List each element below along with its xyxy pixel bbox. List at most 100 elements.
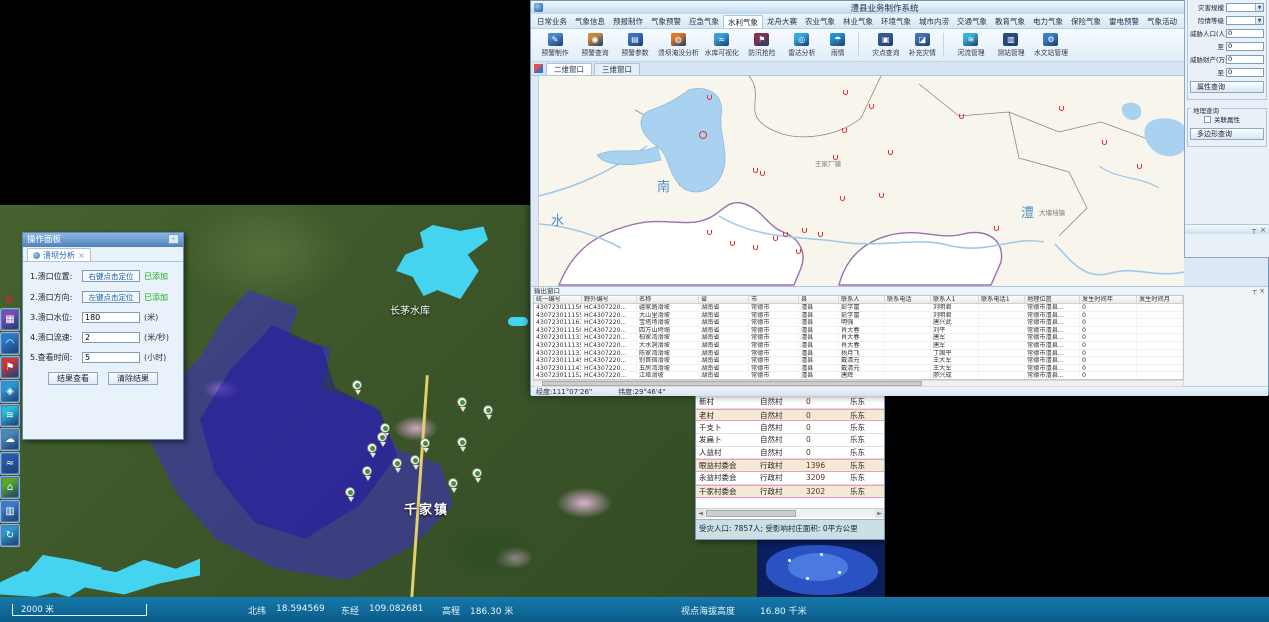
panel-close-icon[interactable]: × [1260, 225, 1266, 234]
close-toolbar-icon[interactable]: × [0, 293, 18, 307]
table-row[interactable]: 430723011155HC4307220...大山里滑坡湖南省 常德市澧县彭学… [534, 312, 1183, 320]
menu-tab[interactable]: 教育气象 [991, 15, 1029, 28]
panel-close-icon[interactable]: × [1259, 287, 1265, 295]
toolbar-button[interactable]: ◎ 雷达分析 [785, 33, 819, 57]
disaster-point-marker[interactable] [869, 104, 874, 109]
toolbar-button[interactable]: ▣ 灾点查询 [869, 33, 903, 57]
disaster-point-marker[interactable] [802, 228, 807, 233]
village-pin-marker[interactable] [352, 380, 363, 395]
menu-tab[interactable]: 水利气象 [723, 15, 763, 28]
menu-tab[interactable]: 农业气象 [801, 15, 839, 28]
map-view-tab[interactable]: 二维窗口 [546, 63, 592, 75]
minimize-icon[interactable]: - [168, 234, 179, 244]
village-pin-marker[interactable] [362, 466, 373, 481]
tab-dam-break-analysis[interactable]: 溃坝分析 × [27, 248, 91, 261]
disaster-point-marker[interactable] [1059, 106, 1064, 111]
breach-velocity-input[interactable] [82, 332, 140, 343]
toolbar-button[interactable]: ⚑ 防汛抢险 [745, 33, 779, 57]
toolbar-button[interactable]: ▥ 测站管理 [994, 33, 1028, 57]
menu-tab[interactable]: 气象活动 [1143, 15, 1181, 28]
toolbar-button[interactable]: ⚙ 水文站管理 [1034, 33, 1068, 57]
village-pin-marker[interactable] [457, 437, 468, 452]
toolbar-button[interactable]: ✎ 预警制作 [538, 33, 572, 57]
village-pin-marker[interactable] [377, 432, 388, 447]
disaster-point-marker[interactable] [753, 168, 758, 173]
toolbar-button[interactable]: ◪ 补充灾情 [909, 33, 944, 57]
flag-tool[interactable]: ⚑ [0, 356, 20, 379]
disaster-point-marker[interactable] [730, 241, 735, 246]
table-row[interactable]: 430723011152HC4307220...江垭滑坡湖南省 常德市澧县唐辉 … [534, 372, 1183, 380]
menu-tab[interactable]: 日常业务 [533, 15, 571, 28]
village-table-row[interactable]: 发扁卜自然村0乐东 [696, 434, 884, 447]
property-min-input[interactable] [1226, 55, 1264, 64]
scrollbar-thumb[interactable] [542, 381, 922, 386]
toolbar-button[interactable]: ◍ 溃坝淹没分析 [658, 33, 699, 57]
menu-tab[interactable]: 气象信息 [571, 15, 609, 28]
menu-tab[interactable]: 交通气象 [953, 15, 991, 28]
rainbow-tool[interactable]: ◠ [0, 332, 20, 355]
toolbar-button[interactable]: ≈ 水库可视化 [705, 33, 739, 57]
table-row[interactable]: 430723011135HC4307220...大水洞滑坡湖南省 常德市澧县肖大… [534, 342, 1183, 350]
river-tool[interactable]: ≈ [0, 452, 20, 475]
collapsed-layer-bar[interactable] [531, 76, 539, 286]
disaster-point-marker[interactable] [773, 236, 778, 241]
county-2d-map[interactable]: 南 水 澧 王家厂镇 大堰垱镇 [539, 76, 1184, 286]
waves-tool[interactable]: ≋ [0, 404, 20, 427]
menu-tab[interactable]: 林业气象 [839, 15, 877, 28]
disaster-point-marker[interactable] [707, 95, 712, 100]
disaster-point-marker[interactable] [760, 171, 765, 176]
menu-tab[interactable]: 应急气象 [685, 15, 723, 28]
disaster-points-table[interactable]: 统一编号野外编号 名称省 市县 联系人联系电话 联系人1联系电话1 地理位置发生… [533, 295, 1184, 380]
overview-minimap[interactable] [757, 540, 885, 597]
pin-icon[interactable]: ┬ [1253, 287, 1257, 295]
village-table-row[interactable]: 人益村自然村0乐东 [696, 447, 884, 460]
village-table-row[interactable]: 眼益村委会行政村1396乐东 [696, 459, 884, 472]
table-row[interactable]: 430723011143HC4307220...五房湾滑坡湖南省 常德市澧县戴清… [534, 365, 1183, 373]
menu-tab[interactable]: 保险气象 [1067, 15, 1105, 28]
app-titlebar[interactable]: 澧县业务制作系统 – □ × [531, 1, 1268, 14]
menu-tab[interactable]: 龙舟大赛 [763, 15, 801, 28]
village-table-row[interactable]: 老村自然村0乐东 [696, 409, 884, 422]
tab-close-icon[interactable]: × [78, 251, 85, 260]
village-pin-marker[interactable] [457, 397, 468, 412]
layers-icon[interactable] [534, 64, 543, 73]
table-row[interactable]: 430723011150HC4307220...四方山垮塌湖南省 常德市澧县肖大… [534, 327, 1183, 335]
disaster-point-marker[interactable] [843, 90, 848, 95]
danger-level-select[interactable]: ▼ [1226, 16, 1264, 25]
village-pin-marker[interactable] [472, 468, 483, 483]
village-table-row[interactable]: 千家村委会行政村3202乐东 [696, 485, 884, 498]
menu-tab[interactable]: 雷电预警 [1105, 15, 1143, 28]
scene-tool[interactable]: ▦ [0, 308, 20, 331]
menu-tab[interactable]: 气象预警 [647, 15, 685, 28]
disaster-point-marker[interactable] [994, 226, 999, 231]
table-row[interactable]: 430723011156HC4307220...疆家路滑坡湖南省 常德市澧县彭学… [534, 304, 1183, 312]
menu-tab[interactable]: 电力气象 [1029, 15, 1067, 28]
population-min-input[interactable] [1226, 29, 1264, 38]
village-pin-marker[interactable] [448, 478, 459, 493]
village-pin-marker[interactable] [367, 443, 378, 458]
disaster-point-marker[interactable] [840, 196, 845, 201]
water-drop-tool[interactable]: ◈ [0, 380, 20, 403]
toolbar-button[interactable]: ≋ 河流管理 [954, 33, 988, 57]
disaster-point-marker[interactable] [1102, 140, 1107, 145]
table-row[interactable]: 430723011133HC4307220...柏家湾滑坡湖南省 常德市澧县肖大… [534, 334, 1183, 342]
table-row[interactable]: 430723011161HC4307220...宝塔场滑坡湖南省 常德市澧县明强… [534, 319, 1183, 327]
contacts-tool[interactable]: ▥ [0, 500, 20, 523]
disaster-point-marker[interactable] [796, 249, 801, 254]
village-pin-marker[interactable] [392, 458, 403, 473]
menu-tab[interactable]: 环境气象 [877, 15, 915, 28]
menu-tab[interactable]: 城市内涝 [915, 15, 953, 28]
clear-result-button[interactable]: 清除结果 [108, 372, 158, 385]
menu-tab[interactable]: 预报制作 [609, 15, 647, 28]
village-pin-marker[interactable] [345, 487, 356, 502]
scrollbar-thumb[interactable] [706, 510, 796, 517]
disaster-point-marker[interactable] [818, 232, 823, 237]
disaster-point-marker[interactable] [959, 114, 964, 119]
toolbar-button[interactable]: ☂ 雨情 [825, 33, 859, 57]
polygon-query-button[interactable]: 多边形查询 [1190, 128, 1264, 140]
table-row[interactable]: 430723011137HC4307220...陈家湾滑坡湖南省 常德市澧县杨月… [534, 350, 1183, 358]
operation-panel-titlebar[interactable]: 操作面板 - [23, 233, 183, 247]
breach-position-button[interactable]: 右键点击定位 [82, 270, 140, 282]
link-attribute-checkbox[interactable] [1204, 116, 1211, 123]
rain-tool[interactable]: ☁ [0, 428, 20, 451]
